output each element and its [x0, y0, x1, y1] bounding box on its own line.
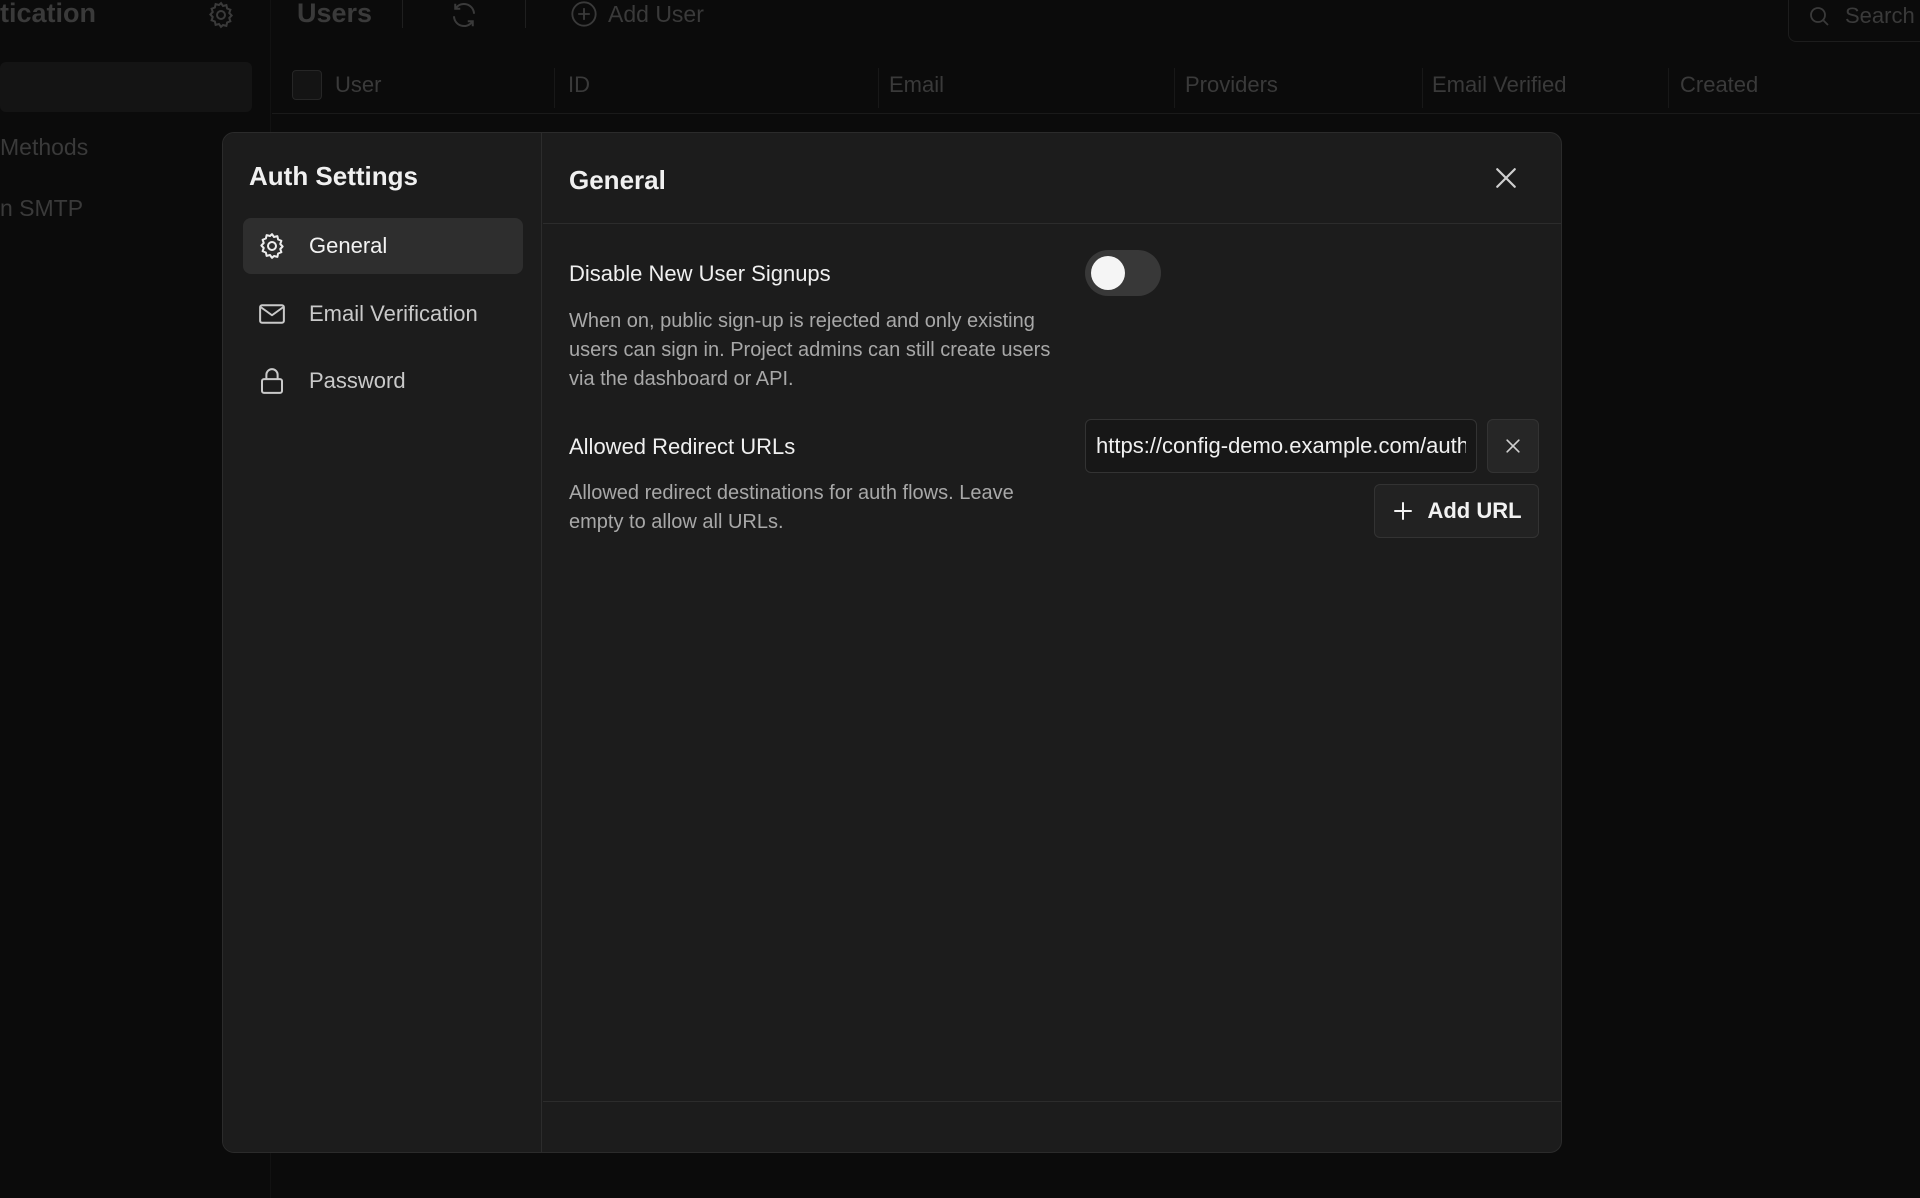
background-sidebar-item: n SMTP [0, 195, 84, 221]
nav-item-label: General [309, 233, 388, 258]
remove-url-button[interactable] [1487, 419, 1539, 473]
nav-item-email-verification[interactable]: Email Verification [243, 286, 523, 342]
disable-signups-toggle[interactable] [1085, 250, 1161, 296]
lock-icon [261, 368, 283, 394]
background-add-user-label: Add User [608, 0, 704, 27]
background-sidebar-item: Methods [0, 134, 89, 160]
redirect-urls-label: Allowed Redirect URLs [569, 434, 796, 459]
background-sidebar-active-item [0, 62, 252, 112]
close-button[interactable] [1491, 163, 1521, 193]
auth-settings-modal: Auth Settings General Email Verification… [222, 132, 1562, 1153]
background-column-header: User [335, 72, 382, 97]
background-search-label: Search [1845, 3, 1915, 28]
nav-item-label: Email Verification [309, 301, 478, 326]
background-search-box: Search [1788, 0, 1920, 42]
redirect-url-input[interactable] [1085, 419, 1477, 473]
background-column-header: Created [1680, 72, 1759, 97]
plus-icon [1394, 502, 1413, 520]
mail-icon [259, 304, 285, 324]
toggle-knob [1091, 256, 1125, 290]
settings-panel-title: General [569, 165, 666, 195]
background-topbar-divider [402, 0, 403, 28]
nav-item-label: Password [309, 368, 406, 393]
close-icon [1506, 439, 1520, 453]
background-add-user-button: Add User [570, 0, 704, 28]
signups-setting-label: Disable New User Signups [569, 261, 831, 286]
settings-panel-header: General [543, 133, 1561, 224]
background-topbar-divider [525, 0, 526, 28]
background-users-title: Users [297, 0, 373, 28]
background-topbar: tication Users Add User Search [0, 0, 1920, 42]
background-column-header: Email Verified [1432, 72, 1567, 97]
settings-panel-footer-divider [543, 1101, 1561, 1102]
nav-item-password[interactable]: Password [243, 353, 523, 409]
redirect-urls-description: Allowed redirect destinations for auth f… [569, 482, 1014, 533]
background-column-header: ID [568, 72, 590, 97]
signups-setting-description: When on, public sign-up is rejected and … [569, 310, 1051, 390]
background-refresh-icon [449, 0, 479, 30]
add-url-button[interactable]: Add URL [1374, 484, 1539, 538]
background-app-title: tication [0, 0, 97, 28]
background-select-all-checkbox [292, 70, 322, 100]
background-column-header: Email [889, 72, 945, 97]
background-plus-circle-icon [571, 1, 597, 27]
background-search-icon [1810, 7, 1829, 26]
close-icon [1496, 168, 1516, 188]
settings-nav-title: Auth Settings [249, 161, 418, 191]
background-column-header: Providers [1185, 72, 1278, 97]
add-url-label: Add URL [1427, 498, 1522, 523]
background-gear-icon [206, 0, 236, 30]
settings-nav: Auth Settings General Email Verification… [223, 133, 542, 1152]
settings-panel: General Disable New User Signups When on… [543, 133, 1561, 1152]
gear-icon [260, 233, 284, 259]
nav-item-general[interactable]: General [243, 218, 523, 274]
background-table-header: User ID Email Providers Email Verified C… [272, 68, 1920, 114]
